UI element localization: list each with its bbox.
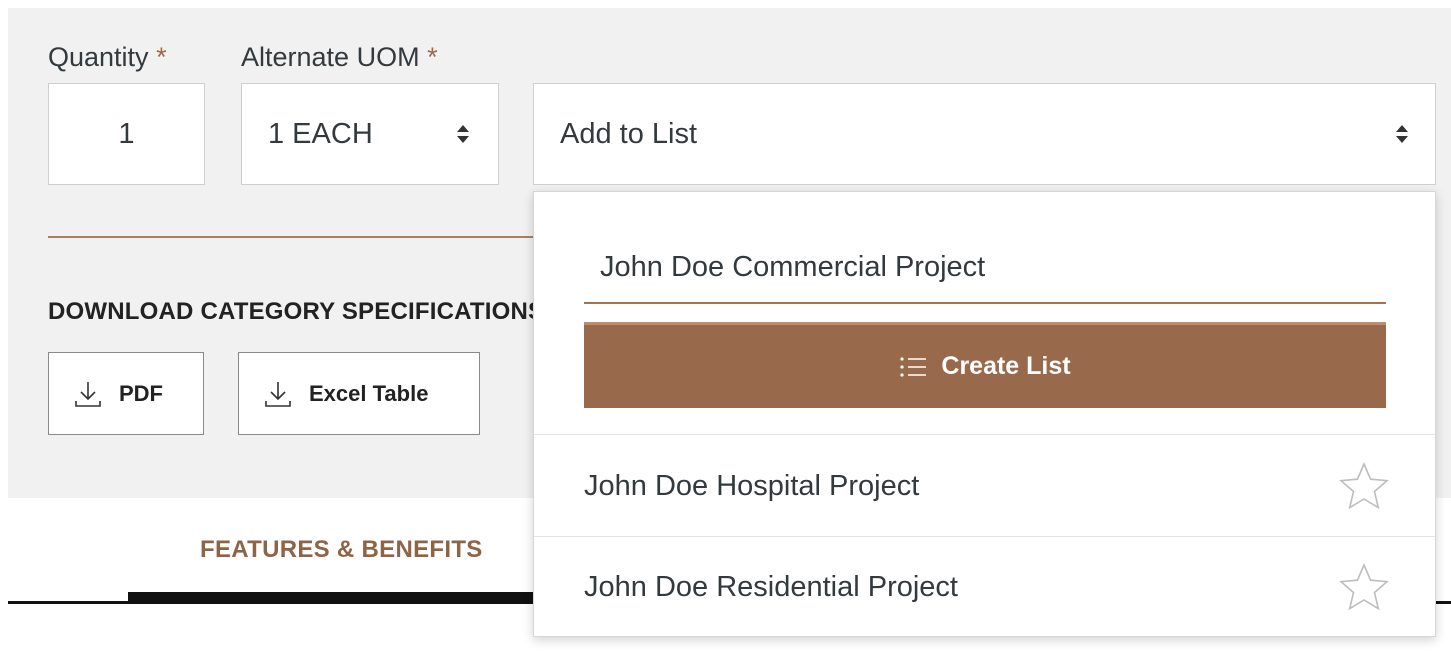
tab-features-benefits[interactable]: FEATURES & BENEFITS (200, 536, 483, 564)
list-separator (534, 434, 1435, 435)
panel-edge (1443, 191, 1451, 241)
create-list-label: Create List (941, 352, 1071, 380)
list-item-label: John Doe Residential Project (584, 570, 958, 603)
tab-bar-line-right (1436, 601, 1451, 604)
quantity-input[interactable]: 1 (48, 83, 205, 185)
add-to-list-dropdown: Create List John Doe Hospital Project Jo… (533, 191, 1436, 637)
download-heading: DOWNLOAD CATEGORY SPECIFICATIONS (48, 298, 535, 325)
new-list-name-input[interactable] (584, 232, 1386, 304)
quantity-value: 1 (118, 117, 135, 150)
add-to-list-select[interactable]: Add to List (533, 83, 1436, 185)
list-item-label: John Doe Hospital Project (584, 469, 920, 502)
download-pdf-label: PDF (119, 380, 163, 406)
uom-label: Alternate UOM * (241, 42, 438, 72)
download-icon (75, 381, 101, 407)
download-icon (265, 381, 291, 407)
download-excel-label: Excel Table (309, 380, 429, 406)
star-icon[interactable] (1337, 461, 1391, 511)
required-mark: * (427, 42, 438, 72)
quantity-label: Quantity * (48, 42, 167, 72)
select-caret-icon (457, 125, 469, 143)
tab-active-indicator (128, 592, 535, 604)
section-divider (48, 236, 543, 238)
select-caret-icon (1396, 125, 1408, 143)
uom-value: 1 EACH (268, 117, 373, 150)
create-list-button[interactable]: Create List (584, 322, 1386, 408)
uom-select[interactable]: 1 EACH (241, 83, 499, 185)
list-item[interactable]: John Doe Hospital Project (534, 436, 1435, 536)
star-icon[interactable] (1337, 562, 1391, 612)
download-excel-button[interactable]: Excel Table (238, 352, 480, 435)
list-icon (900, 356, 927, 377)
required-mark: * (156, 42, 167, 72)
download-pdf-button[interactable]: PDF (48, 352, 204, 435)
add-to-list-value: Add to List (560, 117, 698, 150)
list-item[interactable]: John Doe Residential Project (534, 537, 1435, 637)
